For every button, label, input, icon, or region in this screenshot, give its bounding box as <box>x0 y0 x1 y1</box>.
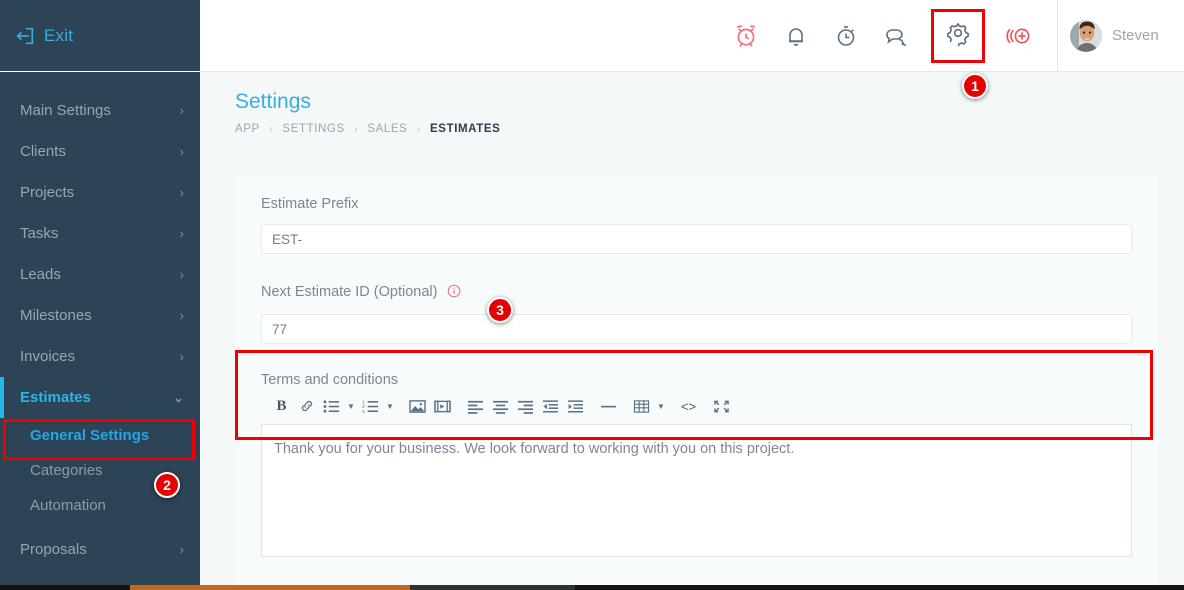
sidebar-subitem-label: General Settings <box>30 427 149 444</box>
breadcrumb: APP › SETTINGS › SALES › ESTIMATES <box>200 114 1184 136</box>
taskbar-active-segment <box>130 585 410 590</box>
avatar <box>1070 20 1102 52</box>
chevron-right-icon: › <box>180 268 184 281</box>
sidebar-item-label: Tasks <box>20 225 58 242</box>
editor-toolbar: B ▼ <box>261 388 1132 424</box>
app-root: Exit Main Settings › Clients › Projects … <box>0 0 1184 590</box>
chevron-right-icon: › <box>354 122 359 136</box>
bold-icon[interactable]: B <box>269 393 294 419</box>
sidebar-item-proposals[interactable]: Proposals › <box>0 529 200 570</box>
terms-and-conditions-label: Terms and conditions <box>235 372 1158 388</box>
breadcrumb-item-app[interactable]: APP <box>235 123 260 135</box>
taskbar-strip <box>0 585 1184 590</box>
sidebar-item-leads[interactable]: Leads › <box>0 254 200 295</box>
chevron-down-icon: ⌄ <box>173 391 184 404</box>
outdent-icon[interactable] <box>538 393 563 419</box>
align-right-icon[interactable] <box>513 393 538 419</box>
chevron-right-icon: › <box>416 122 421 136</box>
chevron-right-icon: › <box>180 104 184 117</box>
sidebar-item-label: Invoices <box>20 348 75 365</box>
sidebar-item-label: Milestones <box>20 307 92 324</box>
user-name: Steven <box>1112 27 1159 44</box>
sidebar-subitem-label: Automation <box>30 497 106 514</box>
chevron-right-icon: › <box>180 227 184 240</box>
table-icon[interactable] <box>629 393 654 419</box>
alarm-clock-icon[interactable] <box>731 21 761 51</box>
main-content: Settings APP › SETTINGS › SALES › ESTIMA… <box>200 72 1184 585</box>
video-icon[interactable] <box>430 393 455 419</box>
exit-label: Exit <box>44 26 73 46</box>
chat-bubbles-icon[interactable] <box>881 21 911 51</box>
sidebar-item-label: Clients <box>20 143 66 160</box>
sidebar-item-clients[interactable]: Clients › <box>0 131 200 172</box>
svg-text:3: 3 <box>362 409 365 414</box>
top-header: Steven <box>200 0 1184 72</box>
chevron-right-icon: › <box>269 122 274 136</box>
sign-out-icon <box>14 25 36 47</box>
settings-gear-button[interactable] <box>931 9 985 63</box>
user-menu[interactable]: Steven <box>1057 0 1184 72</box>
chevron-right-icon: › <box>180 145 184 158</box>
sidebar-item-estimates[interactable]: Estimates ⌄ <box>0 377 200 418</box>
sidebar-item-main-settings[interactable]: Main Settings › <box>0 90 200 131</box>
ordered-list-icon[interactable]: 1 2 3 <box>358 393 383 419</box>
estimate-prefix-input[interactable] <box>261 224 1132 254</box>
sidebar-item-label: Leads <box>20 266 61 283</box>
sidebar-item-label: Estimates <box>20 389 91 406</box>
chevron-down-icon[interactable]: ▼ <box>654 393 668 419</box>
estimate-prefix-label: Estimate Prefix <box>235 196 1158 212</box>
chevron-right-icon: › <box>180 309 184 322</box>
align-center-icon[interactable] <box>488 393 513 419</box>
sidebar-item-invoices[interactable]: Invoices › <box>0 336 200 377</box>
terms-editor-content[interactable]: Thank you for your business. We look for… <box>261 424 1132 557</box>
add-circle-icon[interactable] <box>1005 21 1035 51</box>
annotation-badge-2: 2 <box>154 472 180 498</box>
next-estimate-id-label: Next Estimate ID (Optional) <box>235 284 1158 302</box>
fullscreen-icon[interactable] <box>709 393 734 419</box>
code-view-icon[interactable]: <> <box>676 393 701 419</box>
breadcrumb-item-sales[interactable]: SALES <box>367 123 407 135</box>
next-estimate-id-input[interactable] <box>261 314 1132 344</box>
link-icon[interactable] <box>294 393 319 419</box>
horizontal-rule-icon[interactable] <box>596 393 621 419</box>
gear-icon <box>945 20 971 51</box>
settings-card: Estimate Prefix Next Estimate ID (Option… <box>235 174 1158 585</box>
chevron-right-icon: › <box>180 350 184 363</box>
sidebar-item-tasks[interactable]: Tasks › <box>0 213 200 254</box>
bell-icon[interactable] <box>781 21 811 51</box>
sidebar-item-milestones[interactable]: Milestones › <box>0 295 200 336</box>
indent-icon[interactable] <box>563 393 588 419</box>
sidebar-subitem-label: Categories <box>30 462 103 479</box>
image-icon[interactable] <box>405 393 430 419</box>
next-estimate-id-label-text: Next Estimate ID (Optional) <box>261 284 437 300</box>
annotation-badge-3: 3 <box>487 297 513 323</box>
align-left-icon[interactable] <box>463 393 488 419</box>
taskbar-segment <box>410 585 575 590</box>
breadcrumb-item-estimates: ESTIMATES <box>430 123 500 135</box>
sidebar-item-label: Projects <box>20 184 74 201</box>
breadcrumb-item-settings[interactable]: SETTINGS <box>282 123 344 135</box>
chevron-down-icon[interactable]: ▼ <box>344 393 358 419</box>
annotation-badge-1: 1 <box>962 73 988 99</box>
sidebar-item-general-settings[interactable]: General Settings <box>0 418 200 453</box>
page-title: Settings <box>200 72 1184 114</box>
sidebar-item-projects[interactable]: Projects › <box>0 172 200 213</box>
header-icon-group <box>731 9 1057 63</box>
sidebar-item-label: Main Settings <box>20 102 111 119</box>
info-circle-icon[interactable] <box>447 284 461 302</box>
sidebar-item-label: Proposals <box>20 541 87 558</box>
unordered-list-icon[interactable] <box>319 393 344 419</box>
chevron-down-icon[interactable]: ▼ <box>383 393 397 419</box>
chevron-right-icon: › <box>180 186 184 199</box>
exit-button[interactable]: Exit <box>0 0 200 72</box>
chevron-right-icon: › <box>180 543 184 556</box>
stopwatch-icon[interactable] <box>831 21 861 51</box>
